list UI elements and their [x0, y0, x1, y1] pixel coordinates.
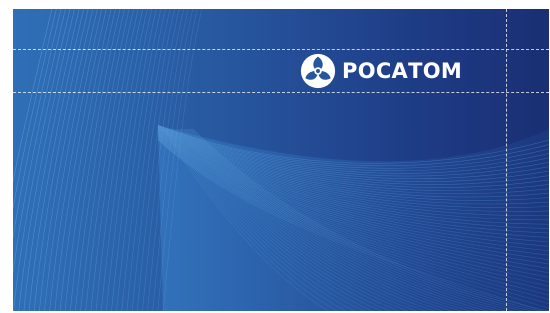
- guide-line-bottom: [13, 92, 549, 93]
- rosatom-atom-logo-icon: [300, 53, 336, 89]
- brand-name-text: РОСАТОМ: [342, 58, 463, 83]
- rosatom-logo: РОСАТОМ: [300, 53, 462, 89]
- guide-line-top: [13, 49, 549, 50]
- wave-lines-background: [13, 9, 549, 311]
- slide-canvas: РОСАТОМ: [13, 9, 549, 311]
- guide-line-right: [506, 9, 507, 311]
